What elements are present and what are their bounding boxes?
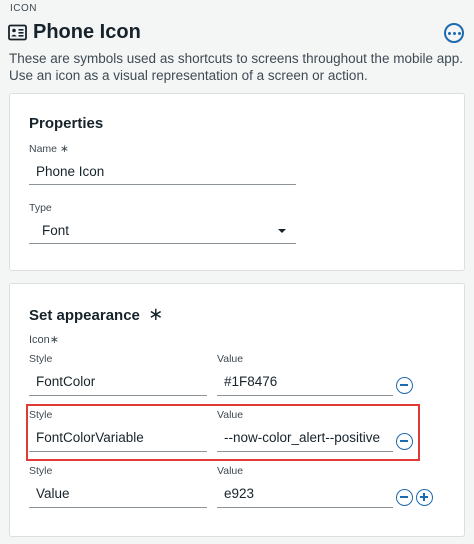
contact-card-icon (8, 24, 27, 41)
value-field[interactable]: #1F8476 (224, 374, 277, 389)
remove-row-button[interactable] (396, 377, 413, 394)
value-field-underline (217, 507, 393, 508)
caret-down-icon[interactable] (278, 229, 286, 233)
section-eyebrow: ICON (10, 3, 37, 14)
name-field-underline (29, 184, 296, 185)
value-label: Value (217, 353, 244, 365)
name-field[interactable]: Phone Icon (36, 164, 104, 179)
required-icon: ∗ (59, 143, 69, 155)
appearance-heading: Set appearance ∗ (29, 304, 164, 324)
style-field[interactable]: FontColor (36, 374, 95, 389)
icon-label: Icon∗ (29, 334, 60, 346)
style-field-underline (29, 395, 207, 396)
title-row: Phone Icon (8, 21, 141, 44)
value-field-underline (217, 395, 393, 396)
style-field-underline (29, 507, 207, 508)
minus-circle-icon (400, 384, 408, 386)
page-description: These are symbols used as shortcuts to s… (9, 51, 463, 83)
page-title: Phone Icon (33, 21, 141, 43)
highlight-box (26, 404, 420, 461)
more-options-button[interactable] (444, 23, 464, 43)
required-icon: ∗ (49, 334, 60, 346)
name-label: Name ∗ (29, 143, 69, 155)
more-options-icon (447, 31, 451, 35)
required-icon: ∗ (148, 304, 164, 324)
properties-heading: Properties (29, 115, 104, 132)
type-select[interactable]: Font (42, 223, 69, 238)
type-label: Type (29, 202, 52, 214)
style-label: Style (29, 353, 53, 365)
remove-row-button[interactable] (396, 489, 413, 506)
minus-circle-icon (400, 496, 408, 498)
style-label: Style (29, 465, 53, 477)
style-field[interactable]: Value (36, 486, 70, 501)
value-field[interactable]: e923 (224, 486, 254, 501)
type-select-underline (29, 243, 296, 244)
add-row-button[interactable] (416, 489, 433, 506)
value-label: Value (217, 465, 244, 477)
